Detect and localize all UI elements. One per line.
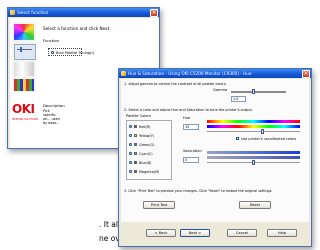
palette-item-label: Cyan(C): [139, 151, 153, 156]
hue-saturation-window: Hue & Saturation - Using OKI C5200 Monit…: [118, 68, 312, 247]
hue-value-field[interactable]: 15: [183, 124, 199, 130]
palette-radio[interactable]: [129, 161, 132, 164]
hue-label: Hue: [183, 116, 191, 120]
close-icon[interactable]: ×: [302, 69, 310, 78]
palette-radio[interactable]: [129, 134, 132, 137]
palette-list: Red(R) Yellow(Y) Green(G) Cyan(C) Blue(B: [126, 120, 172, 180]
uncalibrated-colors-checkbox[interactable]: [236, 137, 239, 140]
palette-item-label: Blue(B): [139, 160, 152, 165]
color-swatch-grid: [14, 24, 34, 40]
description-text: Pick specific an... used by base...: [43, 109, 60, 125]
title-bar: Hue & Saturation - Using OKI C5200 Monit…: [119, 69, 311, 78]
hue-gradient-bottom: [207, 125, 300, 128]
content-panel: 1. Adjust gamma to control the contrast …: [121, 79, 309, 222]
cyan-swatch: [134, 152, 137, 155]
hue-slider-thumb[interactable]: [261, 129, 264, 134]
slider-preview-icon: [14, 44, 36, 60]
bars-preview-icon: [14, 79, 34, 91]
description-label: Description: [43, 103, 65, 108]
app-icon: [10, 9, 15, 15]
function-radio[interactable]: [51, 51, 54, 54]
function-option[interactable]: Bice Palette Tuning(I): [48, 48, 94, 56]
wizard-button-bar: < Back Next > Cancel Help: [119, 224, 311, 246]
magenta-swatch: [134, 170, 137, 173]
saturation-gradient: [207, 151, 300, 154]
preview-strip: [12, 22, 36, 92]
step2-text: 2. Select a color and adjust Hue and Sat…: [124, 108, 253, 112]
back-button[interactable]: < Back: [146, 229, 176, 237]
step1-text: 1. Adjust gamma to control the contrast …: [124, 82, 227, 86]
palette-item-label: Green(G): [139, 142, 155, 147]
hue-slider-track[interactable]: [207, 131, 300, 132]
palette-radio[interactable]: [129, 152, 132, 155]
palette-item-green[interactable]: Green(G): [129, 142, 169, 148]
cancel-button[interactable]: Cancel: [227, 229, 257, 237]
palette-item-blue[interactable]: Blue(B): [129, 160, 169, 166]
palette-item-red[interactable]: Red(R): [129, 124, 169, 130]
oki-logo-tagline: PRINTING SOLUTIONS: [12, 118, 38, 121]
palette-item-yellow[interactable]: Yellow(Y): [129, 133, 169, 139]
palette-colors-label: Palette Colors: [126, 114, 151, 118]
gamma-slider-thumb[interactable]: [252, 89, 255, 94]
print-test-button[interactable]: Print Test: [143, 201, 175, 209]
yellow-swatch: [134, 134, 137, 137]
palette-item-label: Yellow(Y): [139, 133, 155, 138]
uncalibrated-colors-label: Use printer's uncalibrated colors: [241, 136, 297, 141]
palette-radio[interactable]: [129, 125, 132, 128]
gradient-preview-icon: [14, 62, 34, 76]
palette-radio[interactable]: [129, 170, 132, 173]
saturation-gradient-bottom: [207, 156, 300, 159]
app-icon: [121, 70, 126, 76]
saturation-slider-thumb[interactable]: [252, 160, 255, 165]
next-button[interactable]: Next >: [180, 229, 210, 237]
step3-text: 3. Click "Print Test" to preview your ch…: [124, 189, 273, 193]
gamma-label: Gamma: [213, 88, 228, 92]
saturation-label: Saturation: [183, 149, 202, 153]
gamma-value-field[interactable]: 1.0: [231, 96, 246, 102]
window-title: Hue & Saturation - Using OKI C5200 Monit…: [128, 71, 252, 76]
saturation-value-field[interactable]: 0: [183, 157, 199, 163]
title-bar: Select function ×: [8, 8, 159, 17]
blue-swatch: [134, 161, 137, 164]
red-swatch: [134, 125, 137, 128]
gamma-slider-track[interactable]: [231, 91, 286, 93]
oki-logo: OKI PRINTING SOLUTIONS: [12, 102, 40, 128]
close-icon[interactable]: ×: [150, 8, 158, 17]
window-title: Select function: [17, 10, 49, 15]
palette-item-cyan[interactable]: Cyan(C): [129, 151, 169, 157]
help-button[interactable]: Help: [267, 229, 297, 237]
palette-item-label: Red(R): [139, 124, 151, 129]
function-option-label: Bice Palette Tuning(I): [56, 50, 95, 55]
green-swatch: [134, 143, 137, 146]
oki-logo-text: OKI: [12, 102, 35, 116]
function-group-label: Function: [43, 38, 60, 43]
instruction-text: Select a function and click Next.: [43, 26, 111, 31]
hue-gradient-top: [207, 120, 300, 123]
palette-item-magenta[interactable]: Magenta(M): [129, 169, 169, 175]
palette-item-label: Magenta(M): [139, 169, 160, 174]
palette-radio[interactable]: [129, 143, 132, 146]
reset-button[interactable]: Reset: [239, 201, 271, 209]
